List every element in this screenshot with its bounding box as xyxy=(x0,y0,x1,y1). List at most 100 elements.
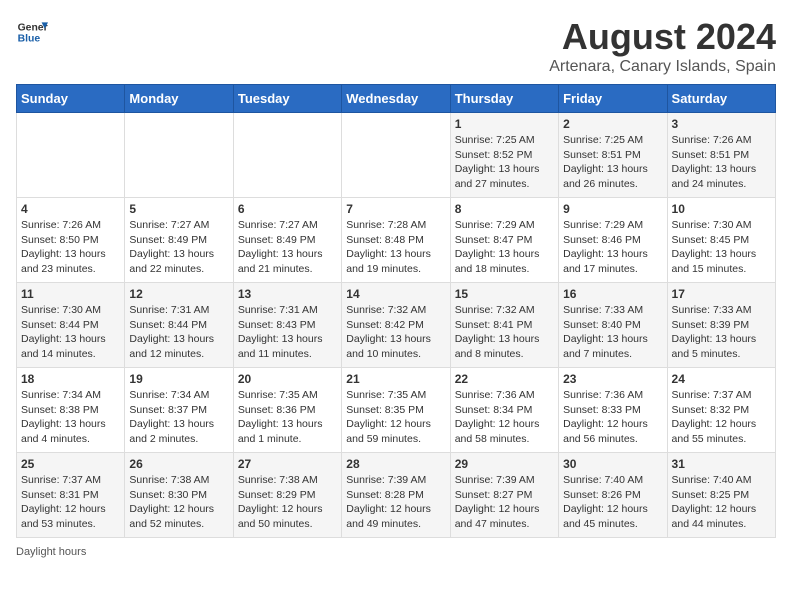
header-cell-friday: Friday xyxy=(559,85,667,113)
day-number: 14 xyxy=(346,287,445,301)
week-row-1: 1 Sunrise: 7:25 AM Sunset: 8:52 PM Daylig… xyxy=(17,113,776,198)
header-row: SundayMondayTuesdayWednesdayThursdayFrid… xyxy=(17,85,776,113)
footer: Daylight hours xyxy=(16,546,776,558)
week-row-5: 25Sunrise: 7:37 AM Sunset: 8:31 PM Dayli… xyxy=(17,453,776,538)
day-number: 12 xyxy=(129,287,228,301)
day-number: 19 xyxy=(129,372,228,386)
day-cell: 3 Sunrise: 7:26 AM Sunset: 8:51 PM Daylig… xyxy=(667,113,775,198)
day-cell: 27 Sunrise: 7:38 AM Sunset: 8:29 PM Dayli… xyxy=(233,453,341,538)
day-number: 23 xyxy=(563,372,662,386)
day-cell xyxy=(342,113,450,198)
header-cell-monday: Monday xyxy=(125,85,233,113)
day-number: 9 xyxy=(563,202,662,216)
svg-text:Blue: Blue xyxy=(18,34,41,45)
day-cell: 1 Sunrise: 7:25 AM Sunset: 8:52 PM Daylig… xyxy=(450,113,558,198)
day-cell: 9Sunrise: 7:29 AM Sunset: 8:46 PM Daylig… xyxy=(559,198,667,283)
day-info: Sunrise: 7:40 AM Sunset: 8:25 PM Dayligh… xyxy=(672,473,771,532)
day-info: Sunrise: 7:40 AM Sunset: 8:26 PM Dayligh… xyxy=(563,473,662,532)
day-info: Sunrise: 7:38 AM Sunset: 8:29 PM Dayligh… xyxy=(238,473,337,532)
day-number: 7 xyxy=(346,202,445,216)
day-info: Sunrise: 7:32 AM Sunset: 8:42 PM Dayligh… xyxy=(346,303,445,362)
week-row-4: 18 Sunrise: 7:34 AM Sunset: 8:38 PM Dayli… xyxy=(17,368,776,453)
day-cell: 21 Sunrise: 7:35 AM Sunset: 8:35 PM Dayli… xyxy=(342,368,450,453)
day-number: 25 xyxy=(21,457,120,471)
day-info: Sunrise: 7:38 AM Sunset: 8:30 PM Dayligh… xyxy=(129,473,228,532)
day-number: 6 xyxy=(238,202,337,216)
day-number: 10 xyxy=(672,202,771,216)
day-number: 29 xyxy=(455,457,554,471)
day-cell xyxy=(233,113,341,198)
day-info: Sunrise: 7:25 AM Sunset: 8:51 PM Dayligh… xyxy=(563,133,662,192)
day-number: 2 xyxy=(563,117,662,131)
day-number: 8 xyxy=(455,202,554,216)
day-info: Sunrise: 7:29 AM Sunset: 8:47 PM Dayligh… xyxy=(455,218,554,277)
day-cell: 25Sunrise: 7:37 AM Sunset: 8:31 PM Dayli… xyxy=(17,453,125,538)
week-row-3: 11 Sunrise: 7:30 AM Sunset: 8:44 PM Dayli… xyxy=(17,283,776,368)
title-area: August 2024 Artenara, Canary Islands, Sp… xyxy=(549,16,776,76)
day-number: 5 xyxy=(129,202,228,216)
day-cell: 30 Sunrise: 7:40 AM Sunset: 8:26 PM Dayli… xyxy=(559,453,667,538)
day-cell xyxy=(17,113,125,198)
day-info: Sunrise: 7:25 AM Sunset: 8:52 PM Dayligh… xyxy=(455,133,554,192)
day-info: Sunrise: 7:26 AM Sunset: 8:50 PM Dayligh… xyxy=(21,218,120,277)
day-info: Sunrise: 7:27 AM Sunset: 8:49 PM Dayligh… xyxy=(238,218,337,277)
day-info: Sunrise: 7:28 AM Sunset: 8:48 PM Dayligh… xyxy=(346,218,445,277)
day-info: Sunrise: 7:34 AM Sunset: 8:37 PM Dayligh… xyxy=(129,388,228,447)
day-number: 21 xyxy=(346,372,445,386)
day-cell: 15 Sunrise: 7:32 AM Sunset: 8:41 PM Dayli… xyxy=(450,283,558,368)
day-number: 24 xyxy=(672,372,771,386)
day-number: 17 xyxy=(672,287,771,301)
day-info: Sunrise: 7:27 AM Sunset: 8:49 PM Dayligh… xyxy=(129,218,228,277)
day-info: Sunrise: 7:35 AM Sunset: 8:36 PM Dayligh… xyxy=(238,388,337,447)
day-info: Sunrise: 7:33 AM Sunset: 8:40 PM Dayligh… xyxy=(563,303,662,362)
calendar-body: 1 Sunrise: 7:25 AM Sunset: 8:52 PM Daylig… xyxy=(17,113,776,538)
calendar-table: SundayMondayTuesdayWednesdayThursdayFrid… xyxy=(16,84,776,538)
day-cell: 5 Sunrise: 7:27 AM Sunset: 8:49 PM Daylig… xyxy=(125,198,233,283)
day-cell: 16Sunrise: 7:33 AM Sunset: 8:40 PM Dayli… xyxy=(559,283,667,368)
day-cell xyxy=(125,113,233,198)
day-info: Sunrise: 7:26 AM Sunset: 8:51 PM Dayligh… xyxy=(672,133,771,192)
day-info: Sunrise: 7:31 AM Sunset: 8:43 PM Dayligh… xyxy=(238,303,337,362)
header-cell-saturday: Saturday xyxy=(667,85,775,113)
day-number: 4 xyxy=(21,202,120,216)
day-cell: 19 Sunrise: 7:34 AM Sunset: 8:37 PM Dayli… xyxy=(125,368,233,453)
day-cell: 28 Sunrise: 7:39 AM Sunset: 8:28 PM Dayli… xyxy=(342,453,450,538)
day-number: 28 xyxy=(346,457,445,471)
header-cell-sunday: Sunday xyxy=(17,85,125,113)
header-cell-thursday: Thursday xyxy=(450,85,558,113)
day-number: 30 xyxy=(563,457,662,471)
day-info: Sunrise: 7:35 AM Sunset: 8:35 PM Dayligh… xyxy=(346,388,445,447)
day-info: Sunrise: 7:30 AM Sunset: 8:44 PM Dayligh… xyxy=(21,303,120,362)
week-row-2: 4 Sunrise: 7:26 AM Sunset: 8:50 PM Daylig… xyxy=(17,198,776,283)
logo-icon: General Blue xyxy=(16,16,48,48)
day-info: Sunrise: 7:37 AM Sunset: 8:32 PM Dayligh… xyxy=(672,388,771,447)
day-number: 11 xyxy=(21,287,120,301)
day-cell: 26 Sunrise: 7:38 AM Sunset: 8:30 PM Dayli… xyxy=(125,453,233,538)
day-info: Sunrise: 7:39 AM Sunset: 8:28 PM Dayligh… xyxy=(346,473,445,532)
day-cell: 29Sunrise: 7:39 AM Sunset: 8:27 PM Dayli… xyxy=(450,453,558,538)
header-cell-wednesday: Wednesday xyxy=(342,85,450,113)
day-number: 15 xyxy=(455,287,554,301)
day-cell: 12Sunrise: 7:31 AM Sunset: 8:44 PM Dayli… xyxy=(125,283,233,368)
day-cell: 10 Sunrise: 7:30 AM Sunset: 8:45 PM Dayli… xyxy=(667,198,775,283)
day-info: Sunrise: 7:34 AM Sunset: 8:38 PM Dayligh… xyxy=(21,388,120,447)
day-number: 1 xyxy=(455,117,554,131)
day-cell: 8 Sunrise: 7:29 AM Sunset: 8:47 PM Daylig… xyxy=(450,198,558,283)
day-info: Sunrise: 7:32 AM Sunset: 8:41 PM Dayligh… xyxy=(455,303,554,362)
day-number: 27 xyxy=(238,457,337,471)
day-cell: 7 Sunrise: 7:28 AM Sunset: 8:48 PM Daylig… xyxy=(342,198,450,283)
day-cell: 23Sunrise: 7:36 AM Sunset: 8:33 PM Dayli… xyxy=(559,368,667,453)
day-cell: 11 Sunrise: 7:30 AM Sunset: 8:44 PM Dayli… xyxy=(17,283,125,368)
day-number: 20 xyxy=(238,372,337,386)
day-cell: 4 Sunrise: 7:26 AM Sunset: 8:50 PM Daylig… xyxy=(17,198,125,283)
day-info: Sunrise: 7:33 AM Sunset: 8:39 PM Dayligh… xyxy=(672,303,771,362)
main-title: August 2024 xyxy=(549,16,776,58)
day-number: 26 xyxy=(129,457,228,471)
day-info: Sunrise: 7:30 AM Sunset: 8:45 PM Dayligh… xyxy=(672,218,771,277)
day-cell: 2 Sunrise: 7:25 AM Sunset: 8:51 PM Daylig… xyxy=(559,113,667,198)
day-cell: 14 Sunrise: 7:32 AM Sunset: 8:42 PM Dayli… xyxy=(342,283,450,368)
day-cell: 20 Sunrise: 7:35 AM Sunset: 8:36 PM Dayli… xyxy=(233,368,341,453)
day-cell: 13Sunrise: 7:31 AM Sunset: 8:43 PM Dayli… xyxy=(233,283,341,368)
day-number: 3 xyxy=(672,117,771,131)
day-number: 18 xyxy=(21,372,120,386)
